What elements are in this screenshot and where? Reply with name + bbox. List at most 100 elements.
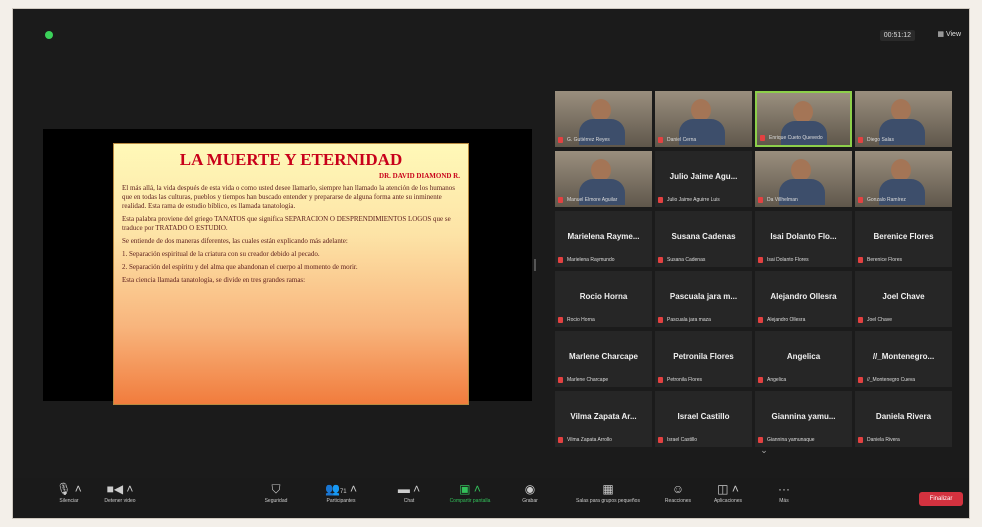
participant-tile[interactable]: Gonzalo Ramírez [855,151,952,207]
panel-resize-handle[interactable] [534,259,536,271]
participant-display-name: Berenice Flores [873,232,934,241]
shield-icon: ⛉ [271,482,281,496]
participant-name-label: Susana Cadenas [667,257,706,263]
participant-name-label: Petronila Flores [667,377,703,383]
participant-tile[interactable]: Da Villhelman [755,151,852,207]
slide-author: DR. DAVID DIAMOND R. [379,172,460,180]
view-button[interactable]: ▦ View [937,30,961,38]
participant-name-label: Berenice Flores [867,257,903,263]
participant-tile[interactable]: Giannina yamu... Giannina yamunaque [755,391,852,447]
security-shield-icon[interactable] [45,31,53,39]
muted-mic-icon [658,137,663,143]
participant-display-name: Julio Jaime Agu... [669,172,738,181]
chat-label: Chat [403,498,415,504]
muted-mic-icon [858,377,863,383]
participant-tile[interactable]: Susana Cadenas Susana Cadenas [655,211,752,267]
participant-video-face [793,101,813,123]
participant-display-name: Vilma Zapata Ar... [570,412,637,421]
record-icon: ◉ [524,482,536,496]
gallery-scroll-down-icon[interactable]: ⌄ [749,445,779,459]
participant-name-label: Julio Jaime Aguirre Luis [667,197,720,203]
participant-display-name: Pascuala jara m... [669,292,738,301]
muted-mic-icon [758,437,763,443]
muted-mic-icon [558,377,563,383]
muted-mic-icon [558,257,563,263]
muted-mic-icon [758,257,763,263]
participant-name-label: Daniel Cerna [667,137,697,143]
participant-video-face [791,159,811,181]
muted-mic-icon [758,317,763,323]
participants-label: Participantes [326,498,356,504]
record-button[interactable]: ◉ Grabar [513,480,547,516]
participant-tile[interactable]: Petronila Flores Petronila Flores [655,331,752,387]
participant-name-label: Diego Salas [867,137,894,143]
participant-tile[interactable]: Berenice Flores Berenice Flores [855,211,952,267]
record-label: Grabar [522,498,538,504]
participant-name-label: Angelica [767,377,787,383]
end-meeting-button[interactable]: Finalizar [919,492,963,506]
participant-display-name: //_Montenegro... [872,352,935,361]
chat-button[interactable]: ▬ ˄ Chat [391,480,427,516]
participant-tile[interactable]: Daniel Cerna [655,91,752,147]
participant-tile[interactable]: //_Montenegro... //_Montenegro Cueva [855,331,952,387]
participant-tile[interactable]: Marielena Rayme... Marielena Raymundo [555,211,652,267]
microphone-icon: 🎙 ˄ [56,482,82,496]
participant-tile[interactable]: Manuel Elmore Aguilar [555,151,652,207]
more-icon: ··· [778,482,790,496]
participant-name-label: Rocio Horna [567,317,595,323]
muted-mic-icon [758,197,763,203]
participant-tile[interactable]: Diego Salas [855,91,952,147]
participant-name-label: Joel Chave [867,317,893,323]
participant-display-name: Joel Chave [882,292,925,301]
apps-icon: ◫ ˄ [717,482,739,496]
participant-tile[interactable]: Israel Castillo Israel Castillo [655,391,752,447]
participant-name-label: Vilma Zapata Arrollo [567,437,612,443]
slide-list-item-1: 1. Separación espiritual de la criatura … [122,250,320,258]
participant-tile[interactable]: Pascuala jara m... Pascuala jara maza [655,271,752,327]
meeting-toolbar: 🎙 ˄ Silenciar ■◀ ˄ Detener video ⛉ Segur… [13,478,969,518]
stop-video-label: Detener video [104,498,136,504]
participant-tile[interactable]: Marlene Charcape Marlene Charcape [555,331,652,387]
share-screen-label: Compartir pantalla [449,498,491,504]
security-button[interactable]: ⛉ Seguridad [256,480,296,516]
participant-tile[interactable]: Angelica Angelica [755,331,852,387]
participant-tile[interactable]: Alejandro Ollesra Alejandro Ollesra [755,271,852,327]
muted-mic-icon [658,197,663,203]
participant-name-label: Alejandro Ollesra [767,317,806,323]
breakout-rooms-icon: ▦ [602,482,614,496]
reactions-label: Reacciones [664,498,692,504]
share-screen-icon: ▣ ˄ [459,482,481,496]
mute-button[interactable]: 🎙 ˄ Silenciar [49,480,89,516]
participant-display-name: Angelica [786,352,821,361]
participant-tile[interactable]: Isai Dolanto Flo... Isai Dolanto Flores [755,211,852,267]
security-label: Seguridad [264,498,288,504]
more-button[interactable]: ··· Más [769,480,799,516]
participant-tile[interactable]: Joel Chave Joel Chave [855,271,952,327]
muted-mic-icon [558,197,563,203]
participant-tile[interactable]: G. Gutiérrez Reyes [555,91,652,147]
breakout-rooms-button[interactable]: ▦ Salas para grupos pequeños [565,480,651,516]
share-screen-button[interactable]: ▣ ˄ Compartir pantalla [438,480,502,516]
participant-tile[interactable]: Julio Jaime Agu... Julio Jaime Aguirre Lu… [655,151,752,207]
participant-tile[interactable]: Enrique Cueto Quevedo [755,91,852,147]
mute-label: Silenciar [59,498,79,504]
participant-tile[interactable]: Daniela Rivera Daniela Rivera [855,391,952,447]
participant-display-name: Marielena Rayme... [567,232,640,241]
shared-screen: LA MUERTE Y ETERNIDAD DR. DAVID DIAMOND … [43,129,532,405]
muted-mic-icon [758,377,763,383]
participant-display-name: Susana Cadenas [671,232,736,241]
participants-button[interactable]: 👥71 ˄ Participantes [315,480,367,516]
slide-paragraph-3: Se entiende de dos maneras diferentes, l… [122,237,348,245]
slide-paragraph-4: Esta ciencia llamada tanatología, se div… [122,276,306,284]
participant-video-face [891,159,911,181]
participant-name-label: Enrique Cueto Quevedo [769,135,823,141]
participant-tile[interactable]: Vilma Zapata Ar... Vilma Zapata Arrollo [555,391,652,447]
participant-video-body [781,121,827,145]
apps-button[interactable]: ◫ ˄ Aplicaciones [705,480,751,516]
muted-mic-icon [658,437,663,443]
participant-video-face [891,99,911,121]
participant-tile[interactable]: Rocio Horna Rocio Horna [555,271,652,327]
muted-mic-icon [858,137,863,143]
stop-video-button[interactable]: ■◀ ˄ Detener video [95,480,145,516]
reactions-button[interactable]: ☺ Reacciones [658,480,698,516]
